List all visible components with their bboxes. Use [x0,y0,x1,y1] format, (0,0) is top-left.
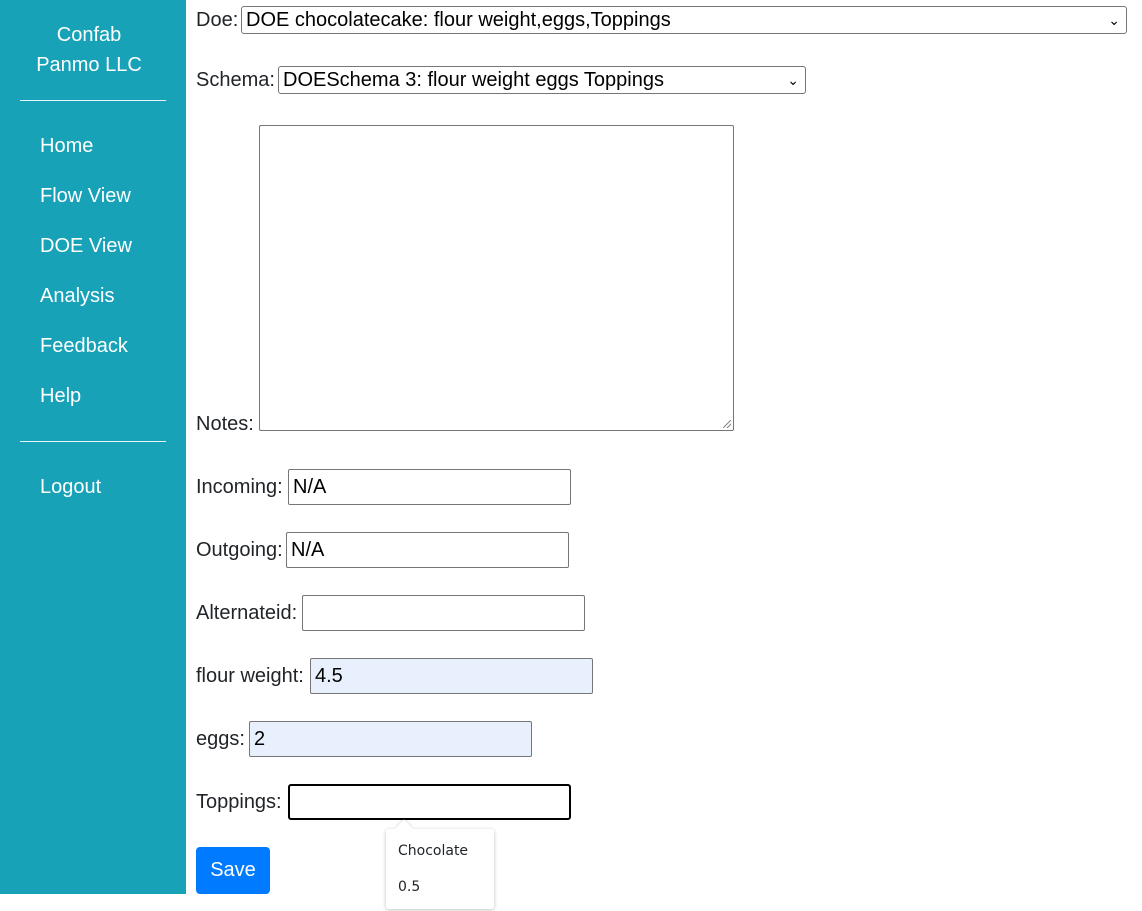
toppings-input[interactable] [288,784,571,820]
brand-line-1: Confab [56,24,122,46]
nav-logout[interactable]: Logout [40,475,101,499]
doe-select-value: DOE chocolatecake: flour weight,eggs,Top… [246,9,671,31]
schema-select-value: DOESchema 3: flour weight eggs Toppings [283,69,664,91]
outgoing-label: Outgoing: [196,539,283,561]
flour-weight-input[interactable]: 4.5 [310,658,593,694]
incoming-input[interactable]: N/A [288,469,571,505]
chevron-down-icon: ⌄ [787,72,799,88]
sidebar-divider [20,100,166,101]
flour-weight-label: flour weight: [196,665,304,687]
brand-line-2: Panmo LLC [36,54,142,76]
resize-handle-icon[interactable] [723,420,731,428]
dropdown-pointer [395,819,413,837]
nav-flow-view[interactable]: Flow View [40,184,131,208]
save-button[interactable]: Save [196,847,270,894]
eggs-input[interactable]: 2 [249,721,532,757]
eggs-label: eggs: [196,728,245,750]
incoming-label: Incoming: [196,476,283,498]
brand-name: Confab Panmo LLC [0,20,178,80]
nav-help[interactable]: Help [40,384,81,408]
sidebar-divider [20,441,166,442]
schema-select[interactable]: DOESchema 3: flour weight eggs Toppings … [278,66,806,94]
toppings-autocomplete: Chocolate 0.5 [386,819,494,909]
nav-feedback[interactable]: Feedback [40,334,128,358]
nav-analysis[interactable]: Analysis [40,284,114,308]
autocomplete-option[interactable]: Chocolate [398,843,468,859]
nav-doe-view[interactable]: DOE View [40,234,132,258]
autocomplete-option[interactable]: 0.5 [398,879,420,895]
schema-label: Schema: [196,69,275,91]
chevron-down-icon: ⌄ [1108,12,1120,28]
doe-label: Doe: [196,9,239,31]
outgoing-input[interactable]: N/A [286,532,569,568]
alternateid-input[interactable] [302,595,585,631]
notes-textarea[interactable] [259,125,734,431]
main-form: Doe: DOE chocolatecake: flour weight,egg… [196,0,1142,911]
doe-select[interactable]: DOE chocolatecake: flour weight,eggs,Top… [241,6,1127,34]
nav-home[interactable]: Home [40,134,93,158]
notes-label: Notes: [196,413,254,435]
alternateid-label: Alternateid: [196,602,298,624]
toppings-label: Toppings: [196,791,282,813]
sidebar: Confab Panmo LLC Home Flow View DOE View… [0,0,186,894]
